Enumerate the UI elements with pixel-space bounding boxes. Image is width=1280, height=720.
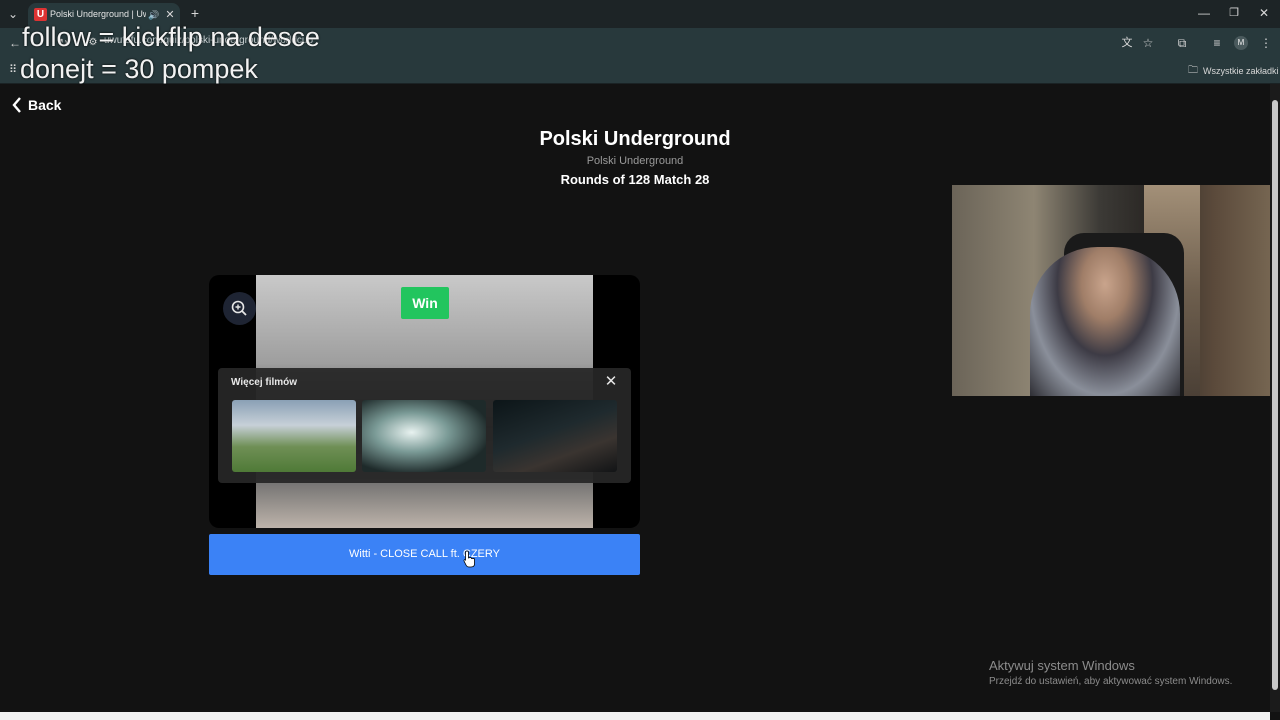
webcam-overlay (952, 185, 1280, 396)
activation-subtitle: Przejdź do ustawień, aby aktywować syste… (989, 676, 1233, 687)
tab-favicon: U (34, 8, 47, 21)
back-arrow-icon[interactable]: ← (8, 36, 22, 50)
menu-kebab-icon[interactable]: ⋮ (1259, 36, 1273, 50)
video-player[interactable]: Win Więcej filmów ✕ (209, 275, 640, 528)
profile-avatar[interactable]: M (1234, 36, 1248, 50)
bookmark-star-icon[interactable]: ☆ (1141, 36, 1155, 50)
apps-grid-icon[interactable]: ⠿ (6, 63, 20, 77)
tab-close-icon[interactable]: ✕ (164, 8, 176, 22)
tab-audio-icon[interactable]: 🔊 (148, 8, 160, 22)
vertical-scrollbar[interactable] (1270, 84, 1280, 712)
more-videos-panel: Więcej filmów ✕ (218, 368, 631, 483)
chevron-left-icon (12, 97, 21, 113)
page-title: Polski Underground (539, 128, 731, 150)
back-link[interactable]: Back (12, 97, 61, 113)
folder-icon: 🗀 (1188, 65, 1198, 76)
video-thumbnail[interactable] (493, 400, 617, 472)
tab-title: Polski Underground | UwUF (50, 9, 146, 19)
back-label: Back (28, 97, 62, 113)
track-select-button[interactable]: Witti - CLOSE CALL ft. CZERY (209, 534, 640, 575)
win-badge[interactable]: Win (401, 287, 449, 319)
close-icon[interactable]: ✕ (603, 374, 619, 390)
page-subtitle: Polski Underground (586, 155, 684, 167)
minimize-button[interactable]: — (1197, 6, 1211, 20)
stream-overlay-line-1: follow = kickflip na desce (22, 22, 320, 52)
windows-activation-watermark: Aktywuj system Windows Przejdź do ustawi… (989, 658, 1232, 687)
extensions-icon[interactable]: ⧉ (1175, 36, 1189, 50)
stream-overlay-line-2: donejt = 30 pompek (20, 54, 258, 84)
more-videos-title: Więcej filmów (231, 377, 298, 388)
horizontal-scrollbar[interactable] (0, 712, 1270, 720)
hand-cursor-icon (463, 550, 475, 568)
new-tab-button[interactable]: + (188, 6, 202, 20)
tab-search-chevron-icon[interactable]: ⌄ (6, 7, 20, 21)
restore-button[interactable]: ❐ (1227, 6, 1241, 20)
window-close-button[interactable]: ✕ (1257, 6, 1271, 20)
translate-icon[interactable]: 文 (1120, 36, 1134, 50)
video-thumbnail[interactable] (362, 400, 486, 472)
webcam-streamer (1030, 247, 1180, 396)
all-bookmarks-label: Wszystkie zakładki (1203, 66, 1279, 76)
video-thumbnail[interactable] (232, 400, 356, 472)
zoom-button[interactable] (223, 292, 256, 325)
scrollbar-thumb[interactable] (1272, 100, 1278, 690)
zoom-in-icon (231, 300, 247, 316)
all-bookmarks-button[interactable]: 🗀 Wszystkie zakładki (1188, 64, 1279, 78)
media-control-icon[interactable]: ≡ (1210, 36, 1224, 50)
activation-title: Aktywuj system Windows (989, 658, 1135, 673)
